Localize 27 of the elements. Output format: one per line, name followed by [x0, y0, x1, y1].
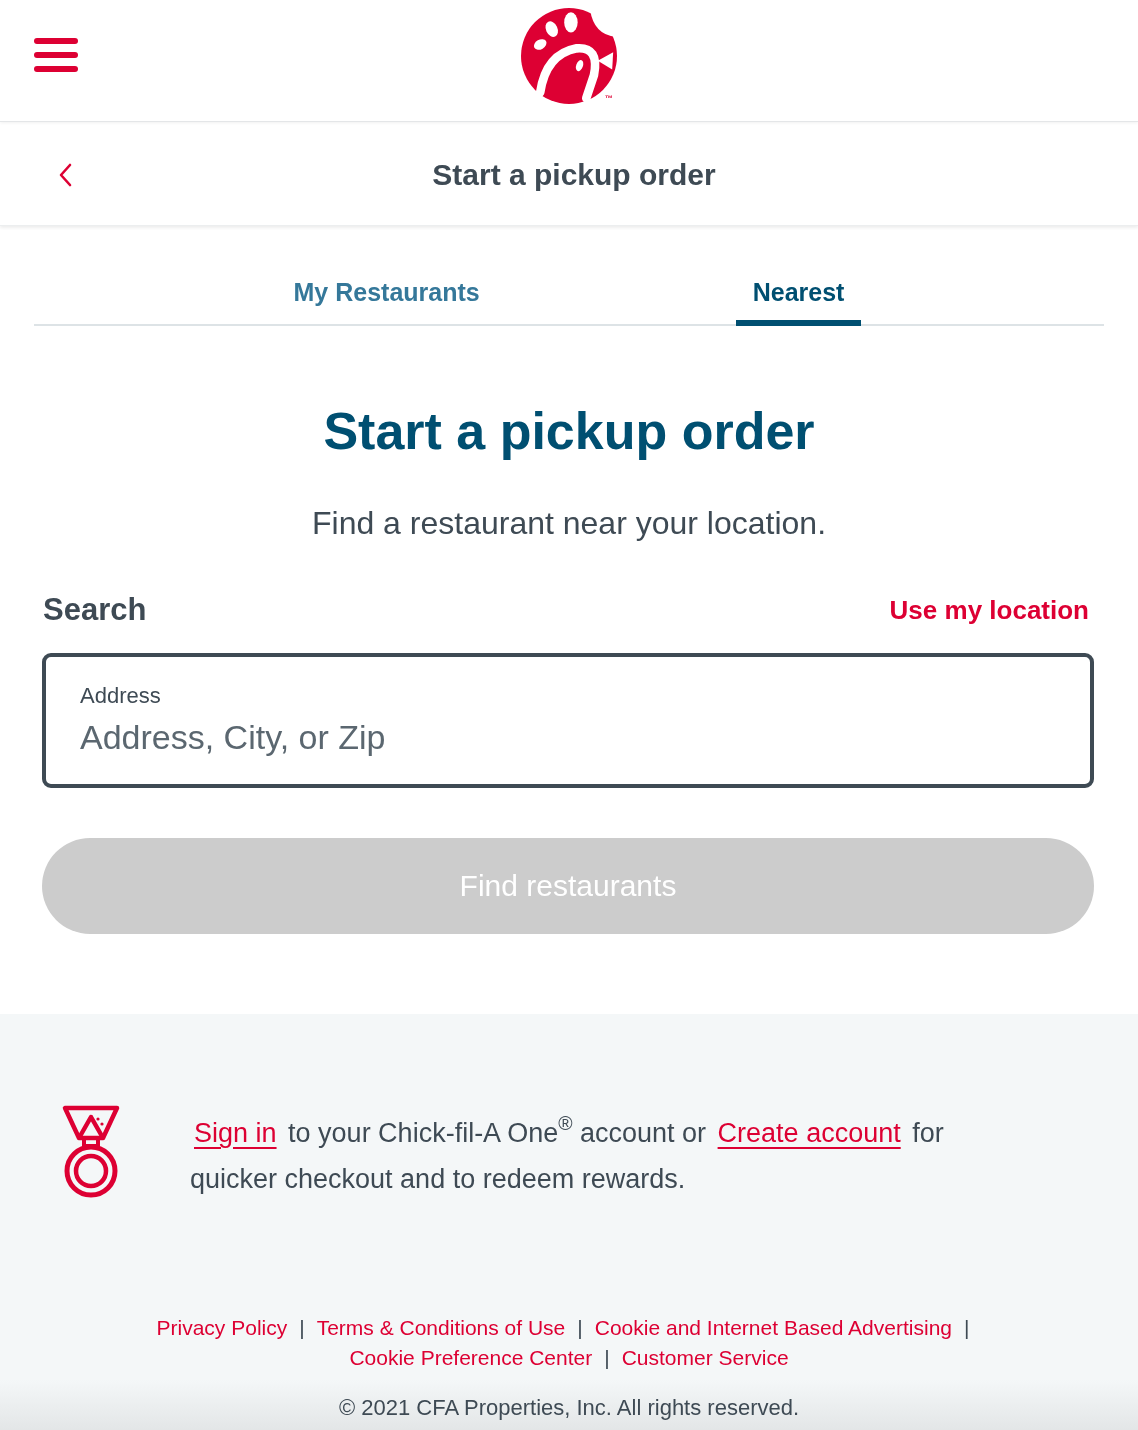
footer-link[interactable]: Customer Service — [621, 1343, 789, 1373]
link-separator: | — [964, 1315, 970, 1341]
page-title: Start a pickup order — [432, 156, 716, 193]
footer-link[interactable]: Privacy Policy — [156, 1313, 288, 1343]
footer-link[interactable]: Terms & Conditions of Use — [316, 1313, 566, 1343]
link-separator: | — [604, 1345, 610, 1371]
footer-link[interactable]: Cookie Preference Center — [349, 1343, 593, 1373]
subtitle-text: Find a restaurant near your location. — [310, 504, 828, 543]
footer-link[interactable]: Cookie and Internet Based Advertising — [594, 1313, 952, 1343]
text-link[interactable]: Sign in — [194, 1118, 277, 1148]
link-separator: | — [299, 1315, 305, 1341]
search-label: Search — [43, 591, 147, 629]
promo-text: Sign in to your Chick-fil-A One$^{®}$ account or Create account for quicker checkout and to redeem rewards. — [190, 1111, 945, 1196]
address-input[interactable]: Address, City, or Zip — [80, 717, 1056, 757]
chevron-left-icon — [58, 162, 72, 187]
menu-icon — [34, 38, 78, 72]
copyright-text: © 2021 CFA Properties, Inc. All rights reserved. — [337, 1394, 801, 1422]
tab[interactable]: Nearest — [735, 263, 862, 326]
page-heading: Start a pickup order — [322, 401, 816, 461]
medal-icon — [62, 1105, 120, 1200]
tab[interactable]: My Restaurants — [276, 263, 497, 326]
use-location-link[interactable]: Use my location — [889, 594, 1089, 626]
text-link[interactable]: Create account — [717, 1118, 901, 1148]
trademark-symbol: ™ — [605, 94, 613, 103]
menu-button[interactable] — [34, 38, 78, 72]
address-field[interactable]: Address Address, City, or Zip — [42, 653, 1094, 788]
link-separator: | — [577, 1315, 583, 1341]
